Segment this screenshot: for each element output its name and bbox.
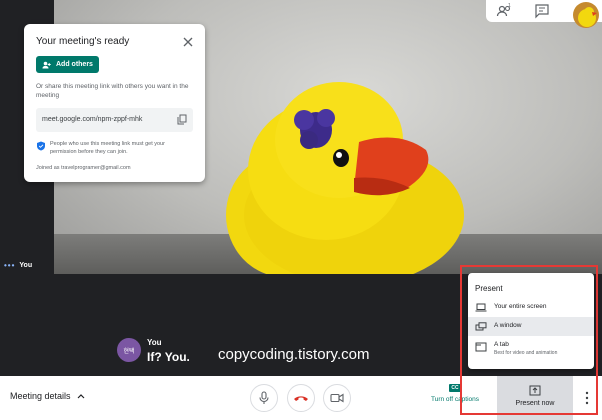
caption-speaker: You [147, 338, 162, 347]
present-window[interactable]: A window [468, 317, 594, 336]
meeting-ready-card: Your meeting's ready Add others Or share… [24, 24, 205, 182]
shield-icon [37, 141, 45, 150]
meeting-link[interactable]: meet.google.com/npm-zppf-mhk [42, 116, 142, 123]
add-others-button[interactable]: Add others [36, 56, 99, 73]
end-call-button[interactable] [287, 384, 315, 412]
self-tile-label: ••• You [4, 261, 32, 270]
self-thumbnail[interactable] [573, 2, 599, 28]
svg-text:1: 1 [508, 3, 511, 9]
add-person-icon [42, 61, 51, 68]
window-icon [475, 322, 487, 331]
caption-text: If? You. [147, 350, 190, 364]
present-menu-title: Present [475, 284, 503, 293]
present-entire-screen[interactable]: Your entire screen [468, 298, 594, 317]
chat-icon[interactable] [534, 3, 550, 19]
audio-dots-icon: ••• [4, 261, 16, 270]
add-others-label: Add others [56, 61, 93, 68]
close-icon[interactable] [183, 37, 193, 47]
meeting-details-label: Meeting details [10, 391, 71, 401]
microphone-button[interactable] [250, 384, 278, 412]
notice-text: People who use this meeting link must ge… [50, 140, 165, 155]
laptop-icon [475, 303, 487, 312]
present-entire-screen-label: Your entire screen [494, 303, 547, 310]
present-tab-label: A tab [494, 341, 509, 348]
captions-icon: CC [449, 384, 461, 392]
watermark: copycoding.tistory.com [218, 346, 370, 363]
people-icon[interactable]: 1 [496, 3, 512, 19]
present-tab[interactable]: A tab Best for video and animation [468, 336, 594, 361]
meeting-details-button[interactable]: Meeting details [10, 391, 85, 401]
tab-icon [475, 342, 487, 352]
camera-button[interactable] [323, 384, 351, 412]
caption-avatar: 현택 [117, 338, 141, 362]
chevron-up-icon [77, 394, 84, 399]
microphone-icon [259, 391, 269, 404]
card-title: Your meeting's ready [36, 36, 130, 47]
top-right-panel: 1 You [486, 0, 602, 28]
share-instructions: Or share this meeting link with others y… [36, 82, 189, 99]
present-menu: Present Your entire screen A window A ta… [468, 273, 594, 369]
copy-icon[interactable] [177, 114, 187, 125]
present-tab-subtitle: Best for video and animation [494, 350, 558, 356]
self-tile-name: You [19, 262, 33, 269]
duck-thumb-icon [578, 7, 597, 27]
joined-as-text: Joined as travelprogramer@gmail.com [36, 164, 131, 171]
hang-up-icon [294, 396, 308, 401]
camera-icon [330, 393, 344, 403]
permission-notice: People who use this meeting link must ge… [36, 140, 193, 156]
meeting-link-box: meet.google.com/npm-zppf-mhk [36, 107, 193, 132]
present-window-label: A window [494, 322, 522, 329]
